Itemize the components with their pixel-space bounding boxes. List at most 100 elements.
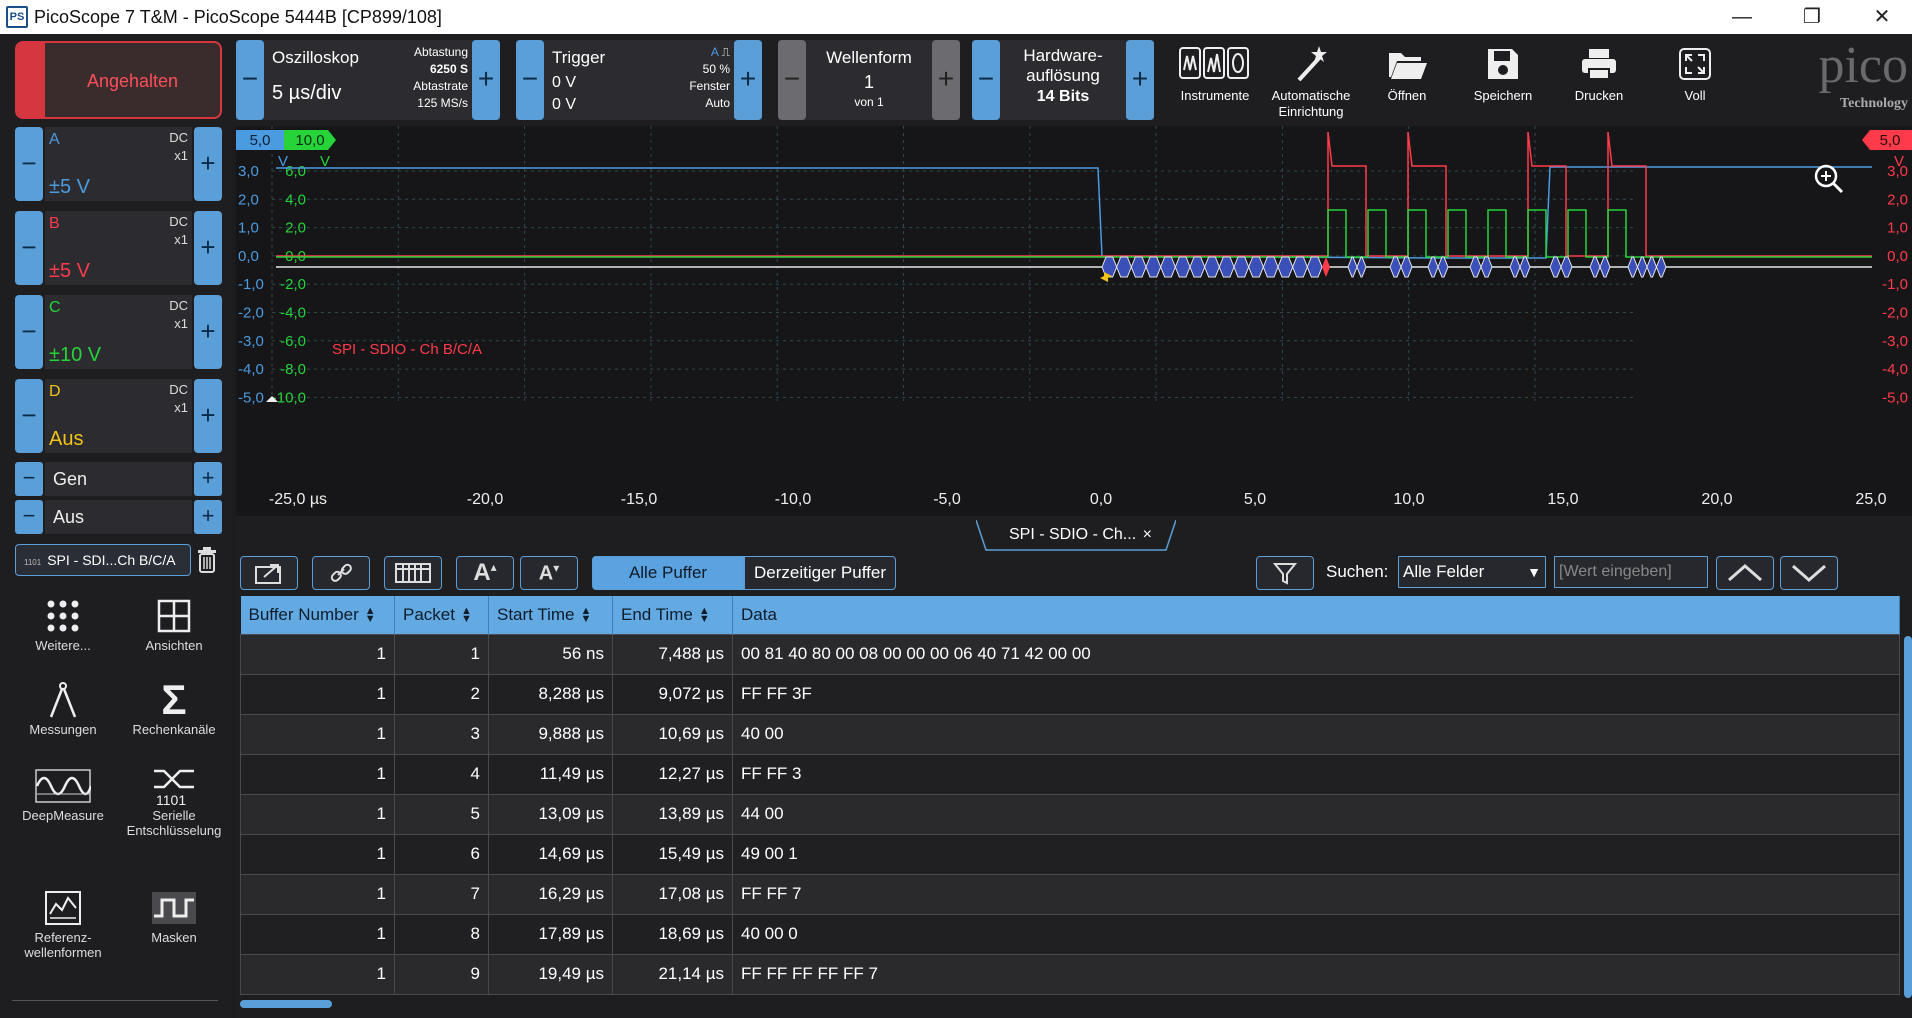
fullscreen-button[interactable]: Voll <box>1650 40 1740 120</box>
decoder-trace-label: SPI - SDIO - Ch B/C/A <box>332 341 482 358</box>
col-data[interactable]: Data <box>732 596 1900 634</box>
scope-plot[interactable]: 5,0 10,0 V V 5,0 V 3,02,01,00,0-1,0-2,0-… <box>236 126 1912 516</box>
run-stop-button[interactable]: Angehalten <box>15 41 222 119</box>
scale-badge-right[interactable]: 5,0 <box>1862 130 1912 150</box>
search-down-button[interactable] <box>1780 556 1838 590</box>
tool-ansichten[interactable]: Ansichten <box>119 594 229 653</box>
cell-data: 40 00 0 <box>732 913 1900 955</box>
channel-a-minus-button[interactable]: − <box>15 127 43 201</box>
cell-start-time: 17,89 µs <box>488 913 613 955</box>
table-row[interactable]: 1 7 16,29 µs 17,08 µs FF FF 7 <box>240 873 1900 915</box>
columns-button[interactable] <box>384 556 442 590</box>
channel-a-button[interactable]: A DC x1 ±5 V <box>45 127 192 201</box>
decoder-chip[interactable]: 1101 SPI - SDI...Ch B/C/A <box>15 544 191 576</box>
trigger-button[interactable]: Trigger 0 V 0 V A ⎍ 50 % Fenster Auto <box>548 40 730 120</box>
channel-c-plus-button[interactable]: + <box>194 295 222 369</box>
generator-state-plus-button[interactable]: + <box>194 500 222 534</box>
cell-packet: 7 <box>394 873 489 915</box>
channel-b-plus-button[interactable]: + <box>194 211 222 285</box>
tool-weitere[interactable]: Weitere... <box>8 594 118 653</box>
table-row[interactable]: 1 5 13,09 µs 13,89 µs 44 00 <box>240 793 1900 835</box>
channel-d-minus-button[interactable]: − <box>15 379 43 453</box>
col-start-time[interactable]: Start Time ▲ ▼ <box>488 596 613 634</box>
vertical-scrollbar[interactable] <box>1904 636 1912 998</box>
cell-start-time: 13,09 µs <box>488 793 613 835</box>
cell-end-time: 13,89 µs <box>612 793 733 835</box>
y-tick-c: -8,0 <box>280 361 306 378</box>
print-button[interactable]: Drucken <box>1554 40 1644 120</box>
cell-packet: 6 <box>394 833 489 875</box>
resolution-plus-button[interactable]: + <box>1126 40 1154 120</box>
channel-d-plus-button[interactable]: + <box>194 379 222 453</box>
waveform-minus-button[interactable]: − <box>778 40 806 120</box>
search-up-button[interactable] <box>1716 556 1774 590</box>
table-row[interactable]: 1 2 8,288 µs 9,072 µs FF FF 3F <box>240 673 1900 715</box>
channel-c-button[interactable]: C DC x1 ±10 V <box>45 295 192 369</box>
generator-state-minus-button[interactable]: − <box>15 500 43 534</box>
generator-plus-button[interactable]: + <box>194 462 222 496</box>
y-tick-a: 0,0 <box>238 248 259 265</box>
minimize-button[interactable]: — <box>1712 2 1772 32</box>
horizontal-scrollbar[interactable] <box>240 1000 332 1008</box>
timebase-button[interactable]: Oszilloskop 5 µs/div Abtastung 6250 S Ab… <box>268 40 468 120</box>
font-increase-button[interactable]: A▴ <box>456 556 514 590</box>
channel-d-button[interactable]: D DC x1 Aus <box>45 379 192 453</box>
waveform-button[interactable]: Wellenform 1 von 1 <box>806 40 932 120</box>
export-button[interactable] <box>240 556 298 590</box>
filter-button[interactable] <box>1256 556 1314 590</box>
auto-setup-button[interactable]: Automatische Einrichtung <box>1266 40 1356 120</box>
channel-b-minus-button[interactable]: − <box>15 211 43 285</box>
table-row[interactable]: 1 9 19,49 µs 21,14 µs FF FF FF FF FF 7 <box>240 953 1900 995</box>
timebase-minus-button[interactable]: − <box>236 40 264 120</box>
run-stop-label: Angehalten <box>86 71 179 91</box>
instruments-button[interactable]: Instrumente <box>1170 40 1260 120</box>
generator-minus-button[interactable]: − <box>15 462 43 496</box>
generator-button[interactable]: Gen <box>45 462 192 496</box>
table-row[interactable]: 1 8 17,89 µs 18,69 µs 40 00 0 <box>240 913 1900 955</box>
search-input[interactable]: [Wert eingeben] <box>1554 556 1708 588</box>
decoder-tab-close-icon[interactable]: × <box>1143 526 1152 543</box>
tool-deepmeasure[interactable]: DeepMeasure <box>8 764 118 823</box>
col-buffer-number[interactable]: Buffer Number ▲ ▼ <box>240 596 395 634</box>
col-end-time[interactable]: End Time ▲ ▼ <box>612 596 733 634</box>
trash-icon[interactable] <box>196 546 218 574</box>
resolution-minus-button[interactable]: − <box>972 40 1000 120</box>
close-button[interactable]: ✕ <box>1852 2 1912 32</box>
resolution-label-2: auflösung <box>1026 66 1100 85</box>
resolution-button[interactable]: Hardware- auflösung 14 Bits <box>1000 40 1126 120</box>
x-tick: -20,0 <box>467 491 504 508</box>
open-button[interactable]: Öffnen <box>1362 40 1452 120</box>
table-row[interactable]: 1 6 14,69 µs 15,49 µs 49 00 1 <box>240 833 1900 875</box>
decoder-tab[interactable]: SPI - SDIO - Ch... × <box>1009 526 1152 554</box>
waveform-plus-button[interactable]: + <box>932 40 960 120</box>
channel-c-minus-button[interactable]: − <box>15 295 43 369</box>
cell-buffer-number: 1 <box>240 953 395 995</box>
scale-badge-left[interactable]: 5,0 10,0 <box>236 130 336 150</box>
channel-b-button[interactable]: B DC x1 ±5 V <box>45 211 192 285</box>
trigger-minus-button[interactable]: − <box>516 40 544 120</box>
table-row[interactable]: 1 1 56 ns 7,488 µs 00 81 40 80 00 08 00 00 0… <box>240 633 1900 675</box>
tool-rechenkanaele[interactable]: Σ Rechenkanäle <box>119 678 229 738</box>
channel-b-range: ±5 V <box>49 260 90 282</box>
tool-referenzwellenformen[interactable]: Referenz-wellenformen <box>8 886 118 960</box>
tool-masken[interactable]: Masken <box>119 886 229 945</box>
channel-a-plus-button[interactable]: + <box>194 127 222 201</box>
table-row[interactable]: 1 4 11,49 µs 12,27 µs FF FF 3 <box>240 753 1900 795</box>
scope-view[interactable]: 5,0 10,0 V V 5,0 V 3,0 2,0 1,0 0,0 -1,0 -2,0-… <box>236 126 1912 516</box>
col-packet[interactable]: Packet ▲ ▼ <box>394 596 489 634</box>
decoder-table: Buffer Number ▲ ▼ Packet ▲ ▼ Start Time ▲ ▼ En… <box>240 596 1900 995</box>
table-row[interactable]: 1 3 9,888 µs 10,69 µs 40 00 <box>240 713 1900 755</box>
current-buffer-button[interactable]: Derzeitiger Puffer <box>744 556 896 590</box>
trigger-plus-button[interactable]: + <box>734 40 762 120</box>
tool-messungen[interactable]: Messungen <box>8 678 118 737</box>
maximize-button[interactable]: ❐ <box>1782 2 1842 32</box>
save-button[interactable]: Speichern <box>1458 40 1548 120</box>
search-field-select[interactable]: Alle Felder ▼ <box>1398 556 1546 588</box>
tool-serielle-entschluesselung[interactable]: 1101 Serielle Entschlüsselung <box>119 764 229 838</box>
all-buffers-button[interactable]: Alle Puffer <box>592 556 744 590</box>
link-button[interactable] <box>312 556 370 590</box>
link-icon <box>330 563 352 582</box>
font-decrease-button[interactable]: A▾ <box>520 556 578 590</box>
timebase-plus-button[interactable]: + <box>472 40 500 120</box>
generator-state-button[interactable]: Aus <box>45 500 192 534</box>
